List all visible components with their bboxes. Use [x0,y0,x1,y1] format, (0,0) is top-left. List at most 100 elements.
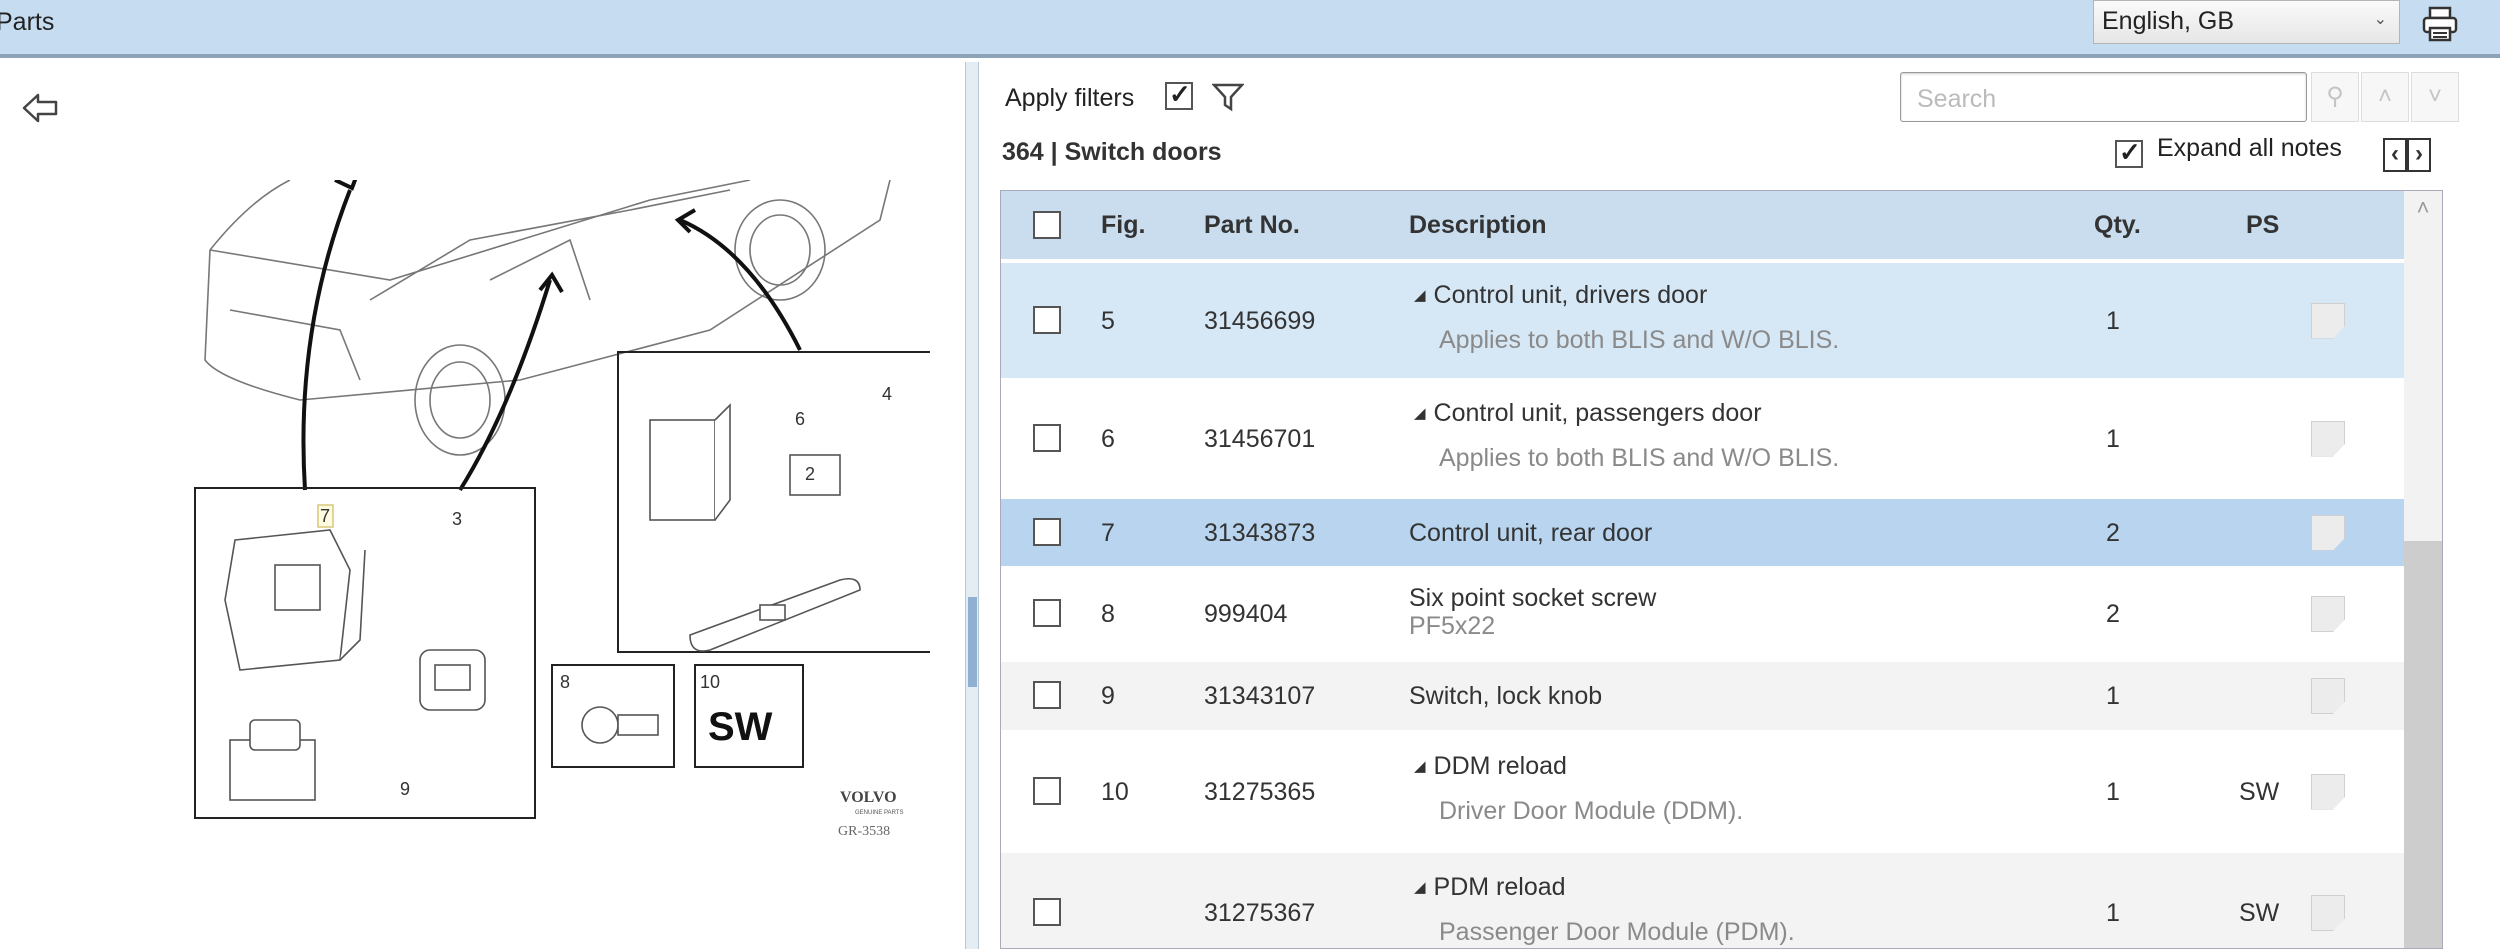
search-icon: ⚲ [2326,83,2344,110]
description-text: Control unit, rear door [1409,518,1653,547]
search-prev-button[interactable]: ˄ [2361,72,2409,122]
row-checkbox[interactable] [1033,898,1061,926]
note-icon[interactable] [2311,678,2345,714]
expand-all-notes-label: Expand all notes [2157,134,2342,162]
description-text: Six point socket screw [1409,584,1657,612]
expand-triangle-icon[interactable]: ◢ [1414,405,1426,422]
description-note: Applies to both BLIS and W/O BLIS. [1439,444,1840,472]
diagram-reference: GR-3538 [838,824,890,839]
row-checkbox[interactable] [1033,599,1061,627]
parts-list-panel: Apply filters Search ⚲ ˄ ˅ 364 | Switch … [980,62,2500,949]
label-7[interactable]: 7 [320,506,330,526]
table-row[interactable]: 5 31456699 ◢ Control unit, drivers door A… [1001,263,2404,378]
expand-triangle-icon[interactable]: ◢ [1414,287,1426,304]
part-no-cell[interactable]: 31343873 [1204,519,1315,548]
table-scrollbar[interactable]: ˄ [2404,191,2442,948]
description-note: Driver Door Module (DDM). [1439,797,1744,825]
fig-cell: 5 [1101,306,1115,335]
top-bar: Parts English, GB ⌄ [0,0,2500,58]
apply-filters-checkbox[interactable] [1165,79,1193,110]
part-no-cell[interactable]: 31456701 [1204,425,1315,454]
expand-triangle-icon[interactable]: ◢ [1414,758,1426,775]
column-fig[interactable]: Fig. [1101,211,1145,240]
note-icon[interactable] [2311,596,2345,632]
label-3[interactable]: 3 [452,509,462,529]
label-4[interactable]: 4 [882,384,892,404]
row-checkbox[interactable] [1033,423,1061,452]
table-row[interactable]: 8 999404 Six point socket screw PF5x22 2 [1001,566,2404,662]
filter-icon[interactable] [1212,82,1244,112]
note-icon[interactable] [2311,302,2345,339]
column-qty[interactable]: Qty. [2094,211,2141,240]
apply-filters-label: Apply filters [1005,84,1135,112]
label-10[interactable]: 10 [700,672,720,692]
description-cell: ◢ Control unit, drivers door [1414,281,1707,310]
qty-cell: 2 [2106,600,2120,628]
description-cell: Six point socket screw [1409,584,1656,613]
part-no-cell[interactable]: 31275365 [1204,778,1315,807]
note-icon[interactable] [2311,420,2345,457]
label-2[interactable]: 2 [805,464,815,484]
parts-diagram[interactable]: 7 3 9 6 4 2 8 10 SW VOLVO GENUINE PARTS … [190,180,930,850]
table-row[interactable]: 31275367 ◢ PDM reload Passenger Door Modu… [1001,853,2404,948]
row-checkbox[interactable] [1033,681,1061,709]
next-button[interactable]: › [2407,138,2431,172]
table-row[interactable]: 9 31343107 Switch, lock knob 1 [1001,662,2404,730]
select-all-checkbox[interactable] [1033,211,1061,239]
brand-subtitle: GENUINE PARTS [855,810,903,816]
part-no-cell[interactable]: 31343107 [1204,682,1315,711]
group-separator: | [1050,138,1058,166]
splitter-handle[interactable] [968,597,977,687]
row-checkbox[interactable] [1033,517,1061,546]
expand-triangle-icon[interactable]: ◢ [1414,879,1426,896]
ps-cell: SW [2239,777,2280,806]
qty-cell: 1 [2106,306,2120,335]
table-row[interactable]: 6 31456701 ◢ Control unit, passengers doo… [1001,378,2404,499]
label-6[interactable]: 6 [795,409,805,429]
scrollbar-thumb[interactable] [2404,541,2442,948]
parts-table: Fig. Part No. Description Qty. PS 5 3145… [1000,190,2443,949]
group-name: Switch doors [1064,138,1222,166]
note-icon[interactable] [2311,773,2345,810]
column-ps[interactable]: PS [2246,211,2279,240]
description-text: Switch, lock knob [1409,682,1603,710]
sw-label: SW [708,705,773,749]
qty-cell: 1 [2106,682,2120,710]
table-row[interactable]: 10 31275365 ◢ DDM reload Driver Door Modu… [1001,730,2404,853]
page-title: Parts [0,8,55,36]
search-input[interactable]: Search [1900,72,2307,122]
column-part-no[interactable]: Part No. [1204,211,1300,240]
expand-all-notes-checkbox[interactable] [2115,137,2143,168]
qty-cell: 1 [2106,777,2120,806]
note-icon[interactable] [2311,895,2345,931]
panel-splitter[interactable] [965,62,979,949]
search-next-button[interactable]: ˅ [2411,72,2459,122]
fig-cell: 10 [1101,777,1129,806]
note-icon[interactable] [2311,514,2345,551]
language-select[interactable]: English, GB ⌄ [2093,0,2400,44]
search-button[interactable]: ⚲ [2311,72,2359,122]
language-value: English, GB [2102,7,2235,35]
chevron-up-icon: ˄ [2377,83,2392,110]
volvo-logo: VOLVO [840,789,897,806]
printer-icon[interactable] [2420,4,2460,44]
description-cell: ◢ DDM reload [1414,752,1567,781]
previous-button[interactable]: ‹ [2383,138,2407,172]
label-9[interactable]: 9 [400,779,410,799]
part-no-cell[interactable]: 31275367 [1204,899,1315,928]
part-no-cell[interactable]: 999404 [1204,600,1287,629]
description-cell: Switch, lock knob [1409,682,1602,711]
column-description[interactable]: Description [1409,211,1547,240]
description-note: PF5x22 [1409,612,1496,640]
part-no-cell[interactable]: 31456699 [1204,307,1315,336]
label-8[interactable]: 8 [560,672,570,692]
table-header: Fig. Part No. Description Qty. PS [1001,191,2404,259]
car-outline [204,180,891,456]
back-arrow-icon[interactable] [20,90,62,126]
table-row[interactable]: 7 31343873 Control unit, rear door 2 [1001,499,2404,566]
row-checkbox[interactable] [1033,776,1061,805]
fig-cell: 7 [1101,518,1115,547]
scroll-up-icon[interactable]: ˄ [2404,195,2442,221]
qty-cell: 2 [2106,518,2120,547]
row-checkbox[interactable] [1033,305,1061,334]
